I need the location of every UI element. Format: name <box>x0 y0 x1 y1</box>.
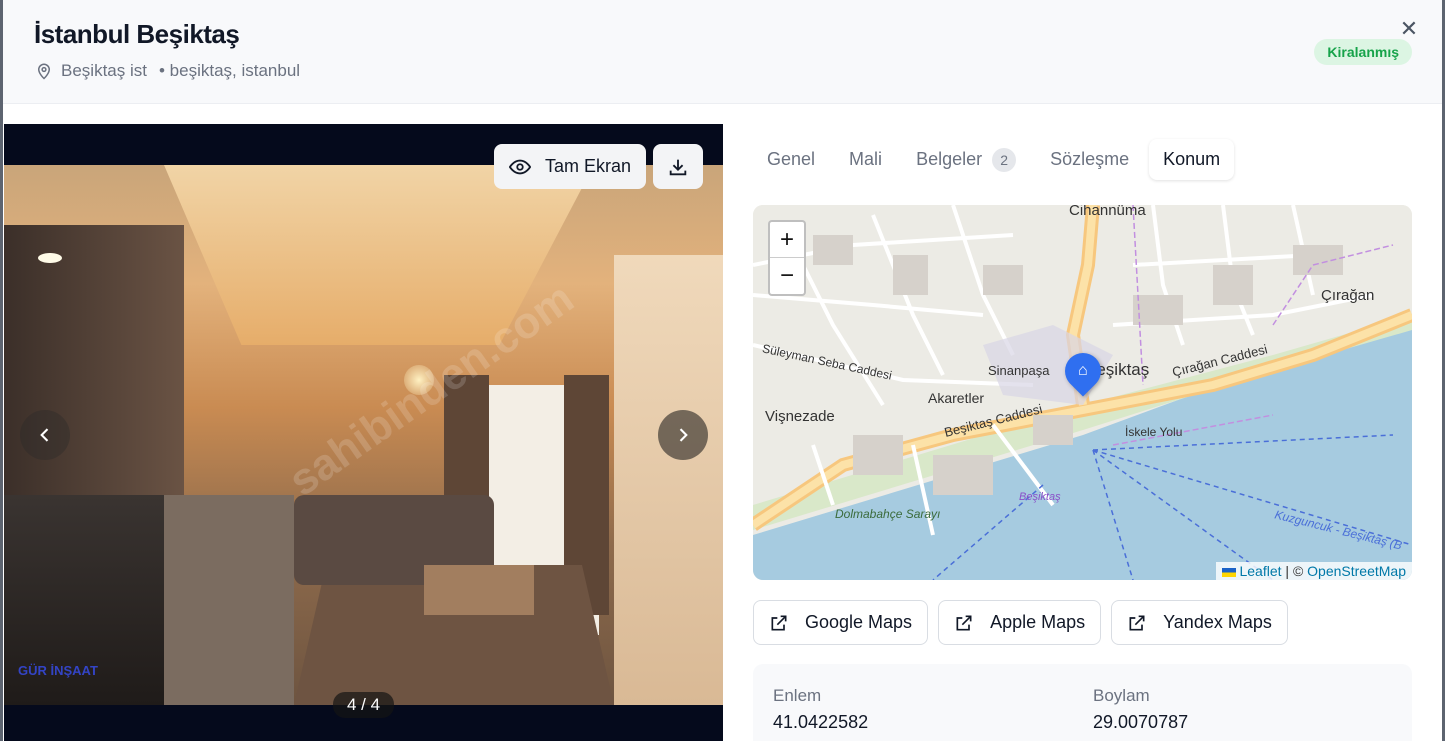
leaflet-link[interactable]: Leaflet <box>1239 563 1281 579</box>
tab-sozlesme[interactable]: Sözleşme <box>1036 139 1143 180</box>
map-links: Google Maps Apple Maps Yandex Maps <box>753 600 1288 645</box>
home-icon: ⌂ <box>1078 362 1088 380</box>
download-icon <box>669 159 687 175</box>
map-label: Cihannüma <box>1069 205 1146 219</box>
tab-label: Belgeler <box>916 149 983 169</box>
status-badge: Kiralanmış <box>1314 39 1412 65</box>
chevron-right-icon <box>679 428 688 442</box>
photo-logo: GÜR İNŞAAT <box>18 663 98 678</box>
fullscreen-label: Tam Ekran <box>545 156 632 176</box>
map-label: Dolmabahçe Sarayı <box>835 507 941 521</box>
tab-konum[interactable]: Konum <box>1149 139 1235 180</box>
map-link-label: Google Maps <box>805 612 913 632</box>
chevron-left-icon <box>40 428 49 442</box>
flag-icon <box>1221 567 1236 577</box>
photo-counter: 4 / 4 <box>333 692 395 718</box>
yandex-maps-button[interactable]: Yandex Maps <box>1111 600 1288 645</box>
external-link-icon <box>956 615 972 630</box>
map-pin-icon <box>37 63 51 80</box>
property-photo: sahibinden.com GÜR İNŞAAT <box>4 165 723 705</box>
map-label: Beşiktaş <box>1019 491 1061 503</box>
openstreetmap-link[interactable]: OpenStreetMap <box>1307 563 1406 579</box>
fullscreen-button[interactable]: Tam Ekran <box>494 144 647 189</box>
coordinates-panel: Enlem 41.0422582 Boylam 29.0070787 <box>753 664 1412 741</box>
next-photo-button[interactable] <box>658 410 708 460</box>
map-label: Sinanpaşa <box>988 363 1050 378</box>
location-detail: • beşiktaş, istanbul <box>158 61 301 80</box>
attribution-separator: | © <box>1285 563 1304 579</box>
map-attribution: Leaflet | © OpenStreetMap <box>1215 562 1412 580</box>
zoom-in-button[interactable]: + <box>770 222 804 258</box>
tab-genel[interactable]: Genel <box>753 139 829 180</box>
latitude-value: 41.0422582 <box>773 712 869 732</box>
download-button[interactable] <box>653 144 703 189</box>
map-label: Vişnezade <box>765 408 835 425</box>
location-line: Beşiktaş ist • beşiktaş, istanbul <box>35 61 300 81</box>
apple-maps-button[interactable]: Apple Maps <box>938 600 1102 645</box>
longitude: Boylam 29.0070787 <box>1093 686 1188 733</box>
close-icon: ✕ <box>1399 16 1419 41</box>
previous-photo-button[interactable] <box>20 410 70 460</box>
modal-header: İstanbul Beşiktaş Beşiktaş ist • beşikta… <box>3 0 1442 104</box>
detail-tabs: Genel Mali Belgeler 2 Sözleşme Konum <box>753 139 1235 180</box>
google-maps-button[interactable]: Google Maps <box>753 600 929 645</box>
tab-label: Konum <box>1163 149 1221 169</box>
latitude: Enlem 41.0422582 <box>773 686 868 733</box>
longitude-label: Boylam <box>1093 686 1150 705</box>
location-name: Beşiktaş ist <box>61 61 147 80</box>
tab-count-badge: 2 <box>992 147 1017 172</box>
map-label: İskele Yolu <box>1125 425 1183 439</box>
property-modal: İstanbul Beşiktaş Beşiktaş ist • beşikta… <box>3 0 1442 741</box>
external-link-icon <box>1129 615 1145 630</box>
external-link-icon <box>771 615 787 630</box>
map-link-label: Yandex Maps <box>1163 612 1272 632</box>
eye-icon <box>509 159 531 174</box>
map-label: Akaretler <box>928 390 985 406</box>
tab-label: Mali <box>849 149 883 169</box>
tab-belgeler[interactable]: Belgeler 2 <box>902 139 1030 180</box>
zoom-control: + − <box>768 220 806 296</box>
tab-label: Genel <box>767 149 816 169</box>
page-title: İstanbul Beşiktaş <box>34 19 240 49</box>
map-label: Çırağan <box>1321 287 1375 304</box>
tab-mali[interactable]: Mali <box>835 139 896 180</box>
zoom-out-button[interactable]: − <box>770 258 804 294</box>
longitude-value: 29.0070787 <box>1093 712 1189 732</box>
location-map[interactable]: Cihannüma Çırağan Çırağan Caddesi Sinanp… <box>753 205 1412 580</box>
tab-label: Sözleşme <box>1050 149 1130 169</box>
close-button[interactable]: ✕ <box>1398 18 1420 40</box>
latitude-label: Enlem <box>773 686 822 705</box>
photo-gallery: sahibinden.com GÜR İNŞAAT Tam Ekran 4 / … <box>4 124 723 741</box>
map-link-label: Apple Maps <box>990 612 1086 632</box>
